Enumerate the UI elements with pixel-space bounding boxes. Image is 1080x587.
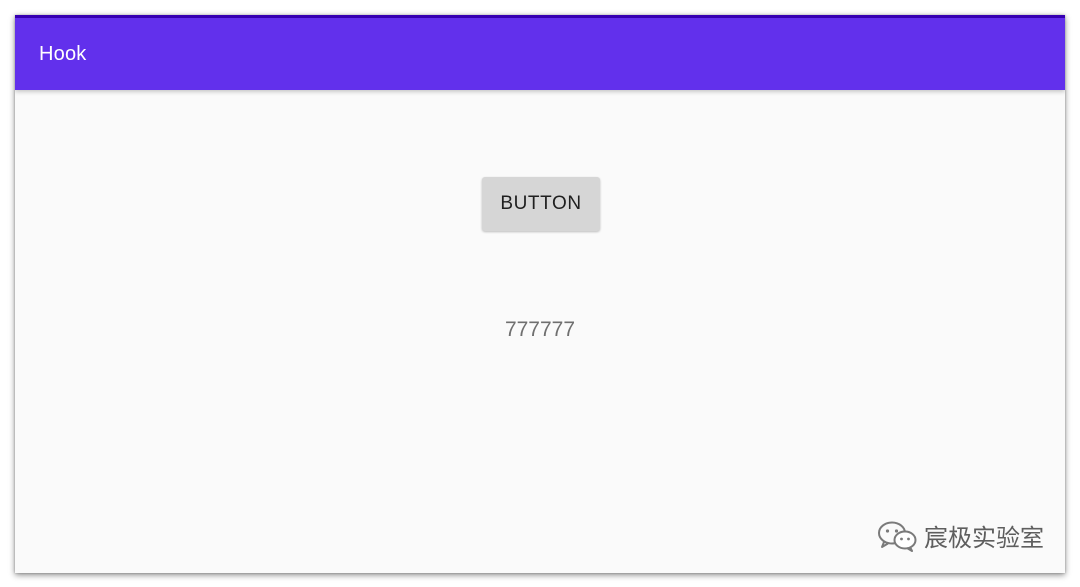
main-content: BUTTON 777777 bbox=[15, 90, 1065, 573]
screenshot-stage: Hook BUTTON 777777 宸极实验室 bbox=[0, 0, 1080, 587]
device-screen: Hook BUTTON 777777 bbox=[15, 15, 1065, 573]
main-button[interactable]: BUTTON bbox=[482, 177, 600, 231]
app-title: Hook bbox=[39, 42, 87, 65]
app-bar: Hook bbox=[15, 18, 1065, 90]
watermark: 宸极实验室 bbox=[876, 518, 1044, 553]
result-text: 777777 bbox=[504, 318, 576, 341]
wechat-icon bbox=[878, 521, 917, 552]
watermark-text: 宸极实验室 bbox=[924, 524, 1044, 552]
